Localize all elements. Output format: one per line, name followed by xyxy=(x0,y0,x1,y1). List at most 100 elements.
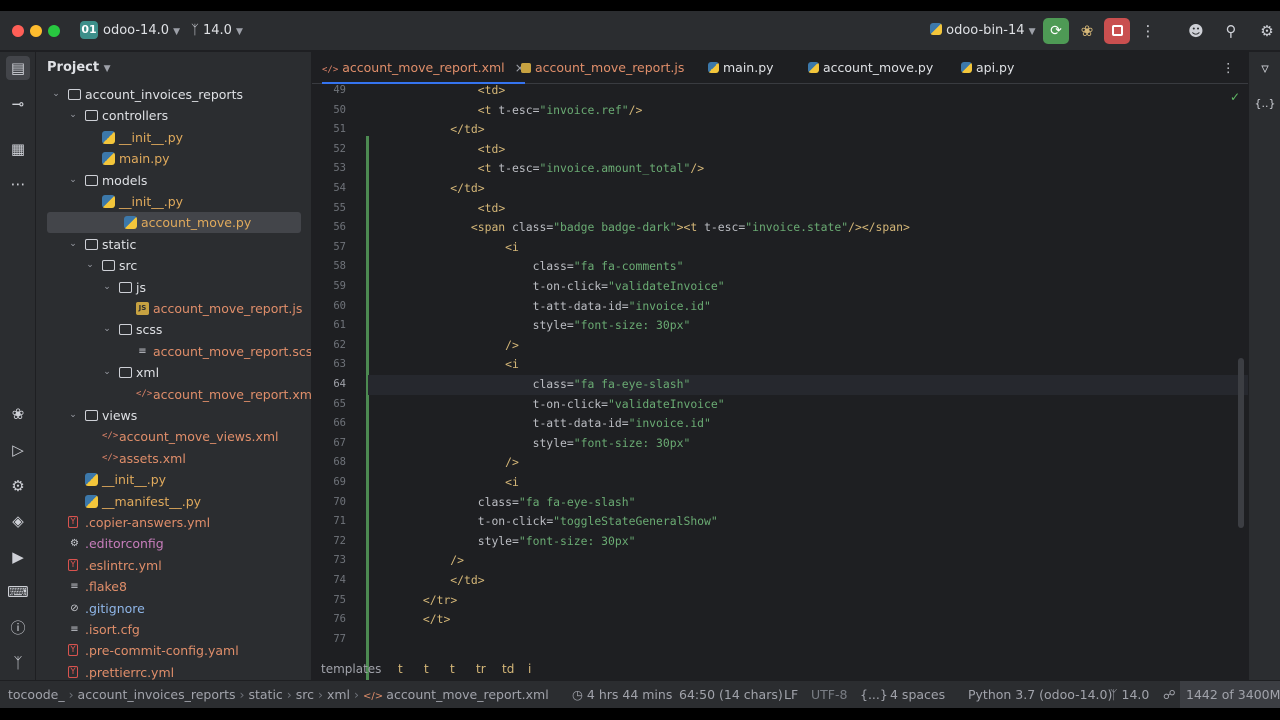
code-line[interactable]: <span class="badge badge-dark"><t t-esc=… xyxy=(368,218,1248,238)
tree-item[interactable]: ⌄ src xyxy=(36,255,311,276)
more-tools-button[interactable]: ⋯ xyxy=(6,172,30,196)
project-badge[interactable]: 01 xyxy=(80,21,98,39)
services-tool-button[interactable]: ▶ xyxy=(6,545,30,569)
code-line[interactable]: </td> xyxy=(368,571,1248,591)
tree-item[interactable]: </> assets.xml xyxy=(36,448,311,469)
chevron-down-icon[interactable]: ⌄ xyxy=(101,362,113,383)
code-line[interactable]: t-att-data-id="invoice.id" xyxy=(368,297,1248,317)
run-tool-button[interactable]: ▷ xyxy=(6,438,30,462)
layers-tool-button[interactable]: ◈ xyxy=(6,509,30,533)
tree-item[interactable]: ⌄ static xyxy=(36,234,311,255)
line-number[interactable]: 57 xyxy=(312,238,346,258)
status-path-segment[interactable]: static xyxy=(248,687,282,702)
tab-account-move-report-xml[interactable]: </> account_move_report.xml × xyxy=(322,52,526,84)
code-line[interactable]: /> xyxy=(368,551,1248,571)
breadcrumb-item[interactable]: td xyxy=(502,662,514,676)
line-number[interactable]: 55 xyxy=(312,199,346,219)
line-number[interactable]: 60 xyxy=(312,297,346,317)
line-number[interactable]: 74 xyxy=(312,571,346,591)
code-line[interactable]: style="font-size: 30px" xyxy=(368,316,1248,336)
indent-setting[interactable]: 4 spaces xyxy=(890,687,945,702)
structure-view-button[interactable]: {..} xyxy=(1253,92,1277,116)
line-number[interactable]: 56 xyxy=(312,218,346,238)
project-switcher[interactable]: odoo-14.0 ▼ xyxy=(103,23,180,38)
line-number[interactable]: 76 xyxy=(312,610,346,630)
line-number[interactable]: 53 xyxy=(312,159,346,179)
time-tracker[interactable]: ◷ 4 hrs 44 mins xyxy=(572,687,672,702)
line-number[interactable]: 49 xyxy=(312,81,346,101)
tree-item[interactable]: ⌄ views xyxy=(36,405,311,426)
tab-options-button[interactable]: ⋮ xyxy=(1222,52,1235,84)
tree-item[interactable]: __init__.py xyxy=(36,469,311,490)
code-line[interactable]: <i xyxy=(368,238,1248,258)
code-line[interactable]: <i xyxy=(368,473,1248,493)
line-number[interactable]: 64 xyxy=(312,375,346,395)
code-line[interactable]: <td> xyxy=(368,199,1248,219)
editor-scrollbar[interactable] xyxy=(1238,358,1244,528)
tab-account-move-py[interactable]: account_move.py xyxy=(808,52,933,84)
tree-item[interactable]: ⌄ controllers xyxy=(36,105,311,126)
line-number[interactable]: 71 xyxy=(312,512,346,532)
tree-item[interactable]: ⌄ models xyxy=(36,170,311,191)
line-number[interactable]: 69 xyxy=(312,473,346,493)
line-number[interactable]: 70 xyxy=(312,493,346,513)
tree-item[interactable]: ≡ account_move_report.scss xyxy=(36,341,311,362)
tree-item[interactable]: ≡ .flake8 xyxy=(36,576,311,597)
code-line[interactable]: style="font-size: 30px" xyxy=(368,532,1248,552)
code-line[interactable]: </t> xyxy=(368,610,1248,630)
line-number[interactable]: 68 xyxy=(312,453,346,473)
code-line[interactable]: /> xyxy=(368,336,1248,356)
chevron-down-icon[interactable]: ⌄ xyxy=(101,277,113,298)
line-number[interactable]: 66 xyxy=(312,414,346,434)
chevron-down-icon[interactable]: ⌄ xyxy=(67,405,79,426)
line-number[interactable]: 59 xyxy=(312,277,346,297)
chevron-down-icon[interactable]: ⌄ xyxy=(67,234,79,255)
python-packages-button[interactable]: ⚙ xyxy=(6,474,30,498)
code-line[interactable]: t-on-click="validateInvoice" xyxy=(368,395,1248,415)
breadcrumb-item[interactable]: t xyxy=(398,662,403,676)
terminal-tool-button[interactable]: ⌨ xyxy=(6,580,30,604)
status-path-segment[interactable]: src xyxy=(296,687,314,702)
python-interpreter[interactable]: Python 3.7 (odoo-14.0) xyxy=(968,687,1112,702)
line-number[interactable]: 61 xyxy=(312,316,346,336)
tree-item[interactable]: ⌄ xml xyxy=(36,362,311,383)
tab-api-py[interactable]: api.py xyxy=(961,52,1014,84)
code-line[interactable]: t-att-data-id="invoice.id" xyxy=(368,414,1248,434)
code-line[interactable]: <t t-esc="invoice.ref"/> xyxy=(368,101,1248,121)
tree-item[interactable]: </> account_move_report.xml xyxy=(36,384,311,405)
chevron-down-icon[interactable]: ⌄ xyxy=(67,170,79,191)
line-number[interactable]: 63 xyxy=(312,355,346,375)
search-button[interactable]: ⚲ xyxy=(1220,20,1242,42)
code-line[interactable]: <i xyxy=(368,355,1248,375)
tree-item[interactable]: account_move.py xyxy=(47,212,301,234)
line-number[interactable]: 54 xyxy=(312,179,346,199)
tree-item[interactable]: __init__.py xyxy=(36,191,311,212)
caret-position[interactable]: 64:50 (14 chars) xyxy=(679,687,783,702)
code-line[interactable]: t-on-click="validateInvoice" xyxy=(368,277,1248,297)
tree-item[interactable]: ≡ .isort.cfg xyxy=(36,619,311,640)
tab-account-move-report-js[interactable]: account_move_report.js xyxy=(521,52,684,84)
file-encoding[interactable]: UTF-8 xyxy=(811,687,847,702)
code-line[interactable]: </tr> xyxy=(368,591,1248,611)
add-user-button[interactable]: ☻ xyxy=(1185,20,1207,42)
line-number[interactable]: 75 xyxy=(312,591,346,611)
tree-item[interactable]: Y .pre-commit-config.yaml xyxy=(36,640,311,661)
tree-item[interactable]: Y .prettierrc.yml xyxy=(36,662,311,680)
breadcrumb-item[interactable]: t xyxy=(424,662,429,676)
line-number[interactable]: 50 xyxy=(312,101,346,121)
tree-item[interactable]: JS account_move_report.js xyxy=(36,298,311,319)
notifications-button[interactable]: ▿ xyxy=(1253,56,1277,80)
branch-switcher[interactable]: ᛉ 14.0 ▼ xyxy=(191,23,243,38)
line-number[interactable]: 72 xyxy=(312,532,346,552)
line-number[interactable]: 77 xyxy=(312,630,346,650)
tree-item[interactable]: ⌄ js xyxy=(36,277,311,298)
minimize-window-button[interactable] xyxy=(30,25,42,37)
tree-item[interactable]: Y .eslintrc.yml xyxy=(36,555,311,576)
settings-button[interactable]: ⚙ xyxy=(1256,20,1278,42)
code-line[interactable]: </td> xyxy=(368,179,1248,199)
rerun-button[interactable]: ⟳ xyxy=(1043,18,1069,44)
line-number[interactable]: 62 xyxy=(312,336,346,356)
line-number[interactable]: 73 xyxy=(312,551,346,571)
run-config-selector[interactable]: odoo-bin-14 ▼ xyxy=(930,23,1036,38)
line-number[interactable]: 65 xyxy=(312,395,346,415)
